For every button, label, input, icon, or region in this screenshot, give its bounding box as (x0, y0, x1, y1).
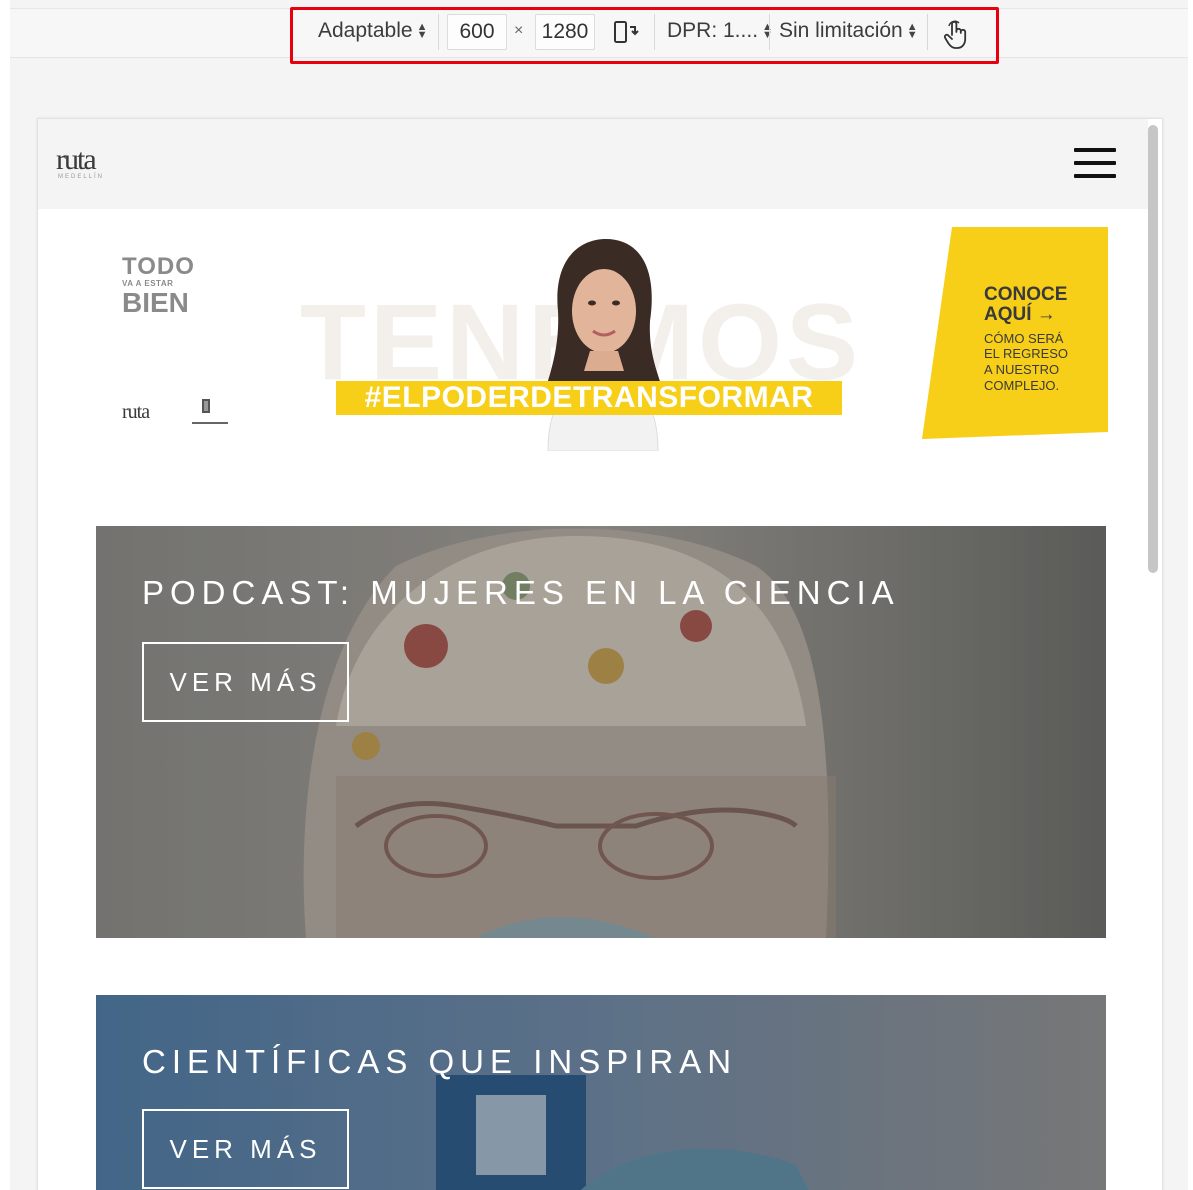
cta-sub-1: CÓMO SERÁ (984, 330, 1064, 346)
cta-text[interactable]: CONOCE AQUÍ → CÓMO SERÁ EL REGRESO A NUE… (984, 285, 1068, 393)
toolbar-highlight-box (290, 7, 999, 64)
promo-banner[interactable]: TODO VA A ESTAR BIEN ruta TENEMOS #ELPOD… (38, 209, 1148, 479)
city-crest-icon (192, 399, 228, 424)
todo-line-3: BIEN (122, 287, 189, 318)
ver-mas-button[interactable]: VER MÁS (142, 1109, 349, 1189)
site-logo[interactable]: ruta (56, 143, 97, 177)
cta-sub-2: EL REGRESO (984, 346, 1069, 362)
menu-icon[interactable] (1074, 148, 1118, 180)
card-title: CIENTÍFICAS QUE INSPIRAN (142, 1043, 738, 1080)
todo-bien-logo: TODO VA A ESTAR BIEN (122, 255, 195, 317)
cta-sub-4: COMPLEJO. (984, 377, 1060, 393)
site-header: ruta MEDELLÍN (38, 119, 1148, 209)
hashtag-banner: #ELPODERDETRANSFORMAR (336, 381, 842, 415)
ver-mas-button[interactable]: VER MÁS (142, 642, 349, 722)
cta-sub-3: A NUESTRO (984, 362, 1060, 378)
cta-heading-2: AQUÍ → (984, 303, 1056, 325)
scrollbar[interactable] (1148, 125, 1158, 573)
emulated-page: ruta MEDELLÍN TODO VA A ESTAR BIEN ruta … (37, 118, 1163, 1190)
podcast-card[interactable]: PODCAST: MUJERES EN LA CIENCIA VER MÁS (96, 526, 1106, 938)
todo-line-1: TODO (122, 253, 195, 280)
banner-ruta-logo: ruta (122, 401, 150, 423)
cientificas-card[interactable]: CIENTÍFICAS QUE INSPIRAN VER MÁS (96, 995, 1106, 1190)
cta-heading-1: CONOCE (984, 284, 1068, 305)
site-logo-subtitle: MEDELLÍN (58, 174, 105, 180)
card-title: PODCAST: MUJERES EN LA CIENCIA (142, 574, 900, 611)
woman-portrait-image (538, 239, 668, 451)
